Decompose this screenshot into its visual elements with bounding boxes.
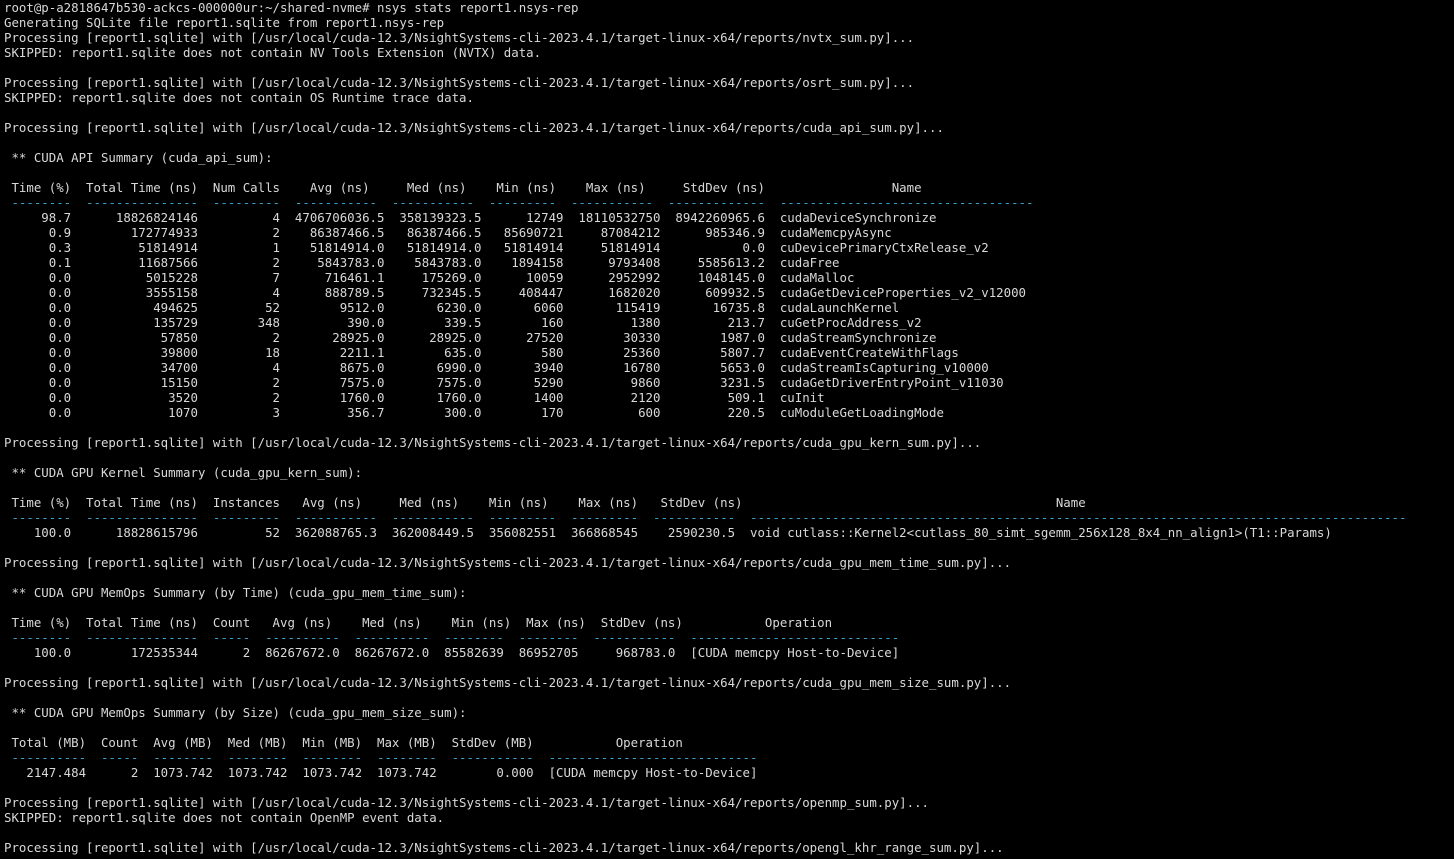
terminal-line: 0.0 34700 4 8675.0 6990.0 3940 16780 565… — [4, 360, 989, 375]
terminal-line: ** CUDA GPU MemOps Summary (by Size) (cu… — [4, 705, 467, 720]
terminal-line: 0.0 1070 3 356.7 300.0 170 600 220.5 cuM… — [4, 405, 944, 420]
terminal-line: 0.0 135729 348 390.0 339.5 160 1380 213.… — [4, 315, 922, 330]
terminal-line: SKIPPED: report1.sqlite does not contain… — [4, 90, 474, 105]
terminal-line: 0.1 11687566 2 5843783.0 5843783.0 18941… — [4, 255, 840, 270]
terminal-line: Time (%) Total Time (ns) Num Calls Avg (… — [4, 180, 922, 195]
terminal-line: 0.0 57850 2 28925.0 28925.0 27520 30330 … — [4, 330, 937, 345]
terminal-line: 100.0 18828615796 52 362088765.3 3620084… — [4, 525, 1332, 540]
terminal-line: Processing [report1.sqlite] with [/usr/l… — [4, 840, 1004, 855]
terminal-line: 0.0 3520 2 1760.0 1760.0 1400 2120 509.1… — [4, 390, 825, 405]
terminal-line: Time (%) Total Time (ns) Count Avg (ns) … — [4, 615, 833, 630]
terminal-line: Processing [report1.sqlite] with [/usr/l… — [4, 555, 1012, 570]
terminal-line: 100.0 172535344 2 86267672.0 86267672.0 … — [4, 645, 900, 660]
terminal-line: SKIPPED: report1.sqlite does not contain… — [4, 810, 445, 825]
terminal-line: Processing [report1.sqlite] with [/usr/l… — [4, 30, 915, 45]
terminal-line: 0.0 494625 52 9512.0 6230.0 6060 115419 … — [4, 300, 900, 315]
table-separator-line: -------- --------------- ----- ---------… — [4, 630, 900, 645]
terminal-line: Generating SQLite file report1.sqlite fr… — [4, 15, 445, 30]
terminal-line: 0.9 172774933 2 86387466.5 86387466.5 85… — [4, 225, 892, 240]
table-separator-line: -------- --------------- --------- -----… — [4, 195, 1034, 210]
terminal-line: ** CUDA GPU MemOps Summary (by Time) (cu… — [4, 585, 467, 600]
terminal-line: 0.0 15150 2 7575.0 7575.0 5290 9860 3231… — [4, 375, 1004, 390]
terminal-line: Total (MB) Count Avg (MB) Med (MB) Min (… — [4, 735, 683, 750]
table-separator-line: ---------- ----- -------- -------- -----… — [4, 750, 758, 765]
terminal-line: Processing [report1.sqlite] with [/usr/l… — [4, 795, 930, 810]
terminal-line: 0.0 39800 18 2211.1 635.0 580 25360 5807… — [4, 345, 959, 360]
terminal-line: 0.0 3555158 4 888789.5 732345.5 408447 1… — [4, 285, 1026, 300]
terminal-line: 0.0 5015228 7 716461.1 175269.0 10059 29… — [4, 270, 855, 285]
terminal-line: ** CUDA GPU Kernel Summary (cuda_gpu_ker… — [4, 465, 363, 480]
table-separator-line: -------- --------------- --------- -----… — [4, 510, 1407, 525]
terminal-line: SKIPPED: report1.sqlite does not contain… — [4, 45, 542, 60]
terminal-line: Processing [report1.sqlite] with [/usr/l… — [4, 120, 944, 135]
terminal-line: Processing [report1.sqlite] with [/usr/l… — [4, 675, 1012, 690]
terminal-line: 98.7 18826824146 4 4706706036.5 35813932… — [4, 210, 937, 225]
terminal-line: root@p-a2818647b530-ackcs-000000ur:~/sha… — [4, 0, 579, 15]
terminal-line: ** CUDA API Summary (cuda_api_sum): — [4, 150, 273, 165]
terminal-line: Processing [report1.sqlite] with [/usr/l… — [4, 435, 982, 450]
terminal-line: Time (%) Total Time (ns) Instances Avg (… — [4, 495, 1086, 510]
terminal-output[interactable]: root@p-a2818647b530-ackcs-000000ur:~/sha… — [0, 0, 1454, 859]
terminal-line: Processing [report1.sqlite] with [/usr/l… — [4, 75, 915, 90]
terminal-line: 0.3 51814914 1 51814914.0 51814914.0 518… — [4, 240, 989, 255]
terminal-line: 2147.484 2 1073.742 1073.742 1073.742 10… — [4, 765, 758, 780]
